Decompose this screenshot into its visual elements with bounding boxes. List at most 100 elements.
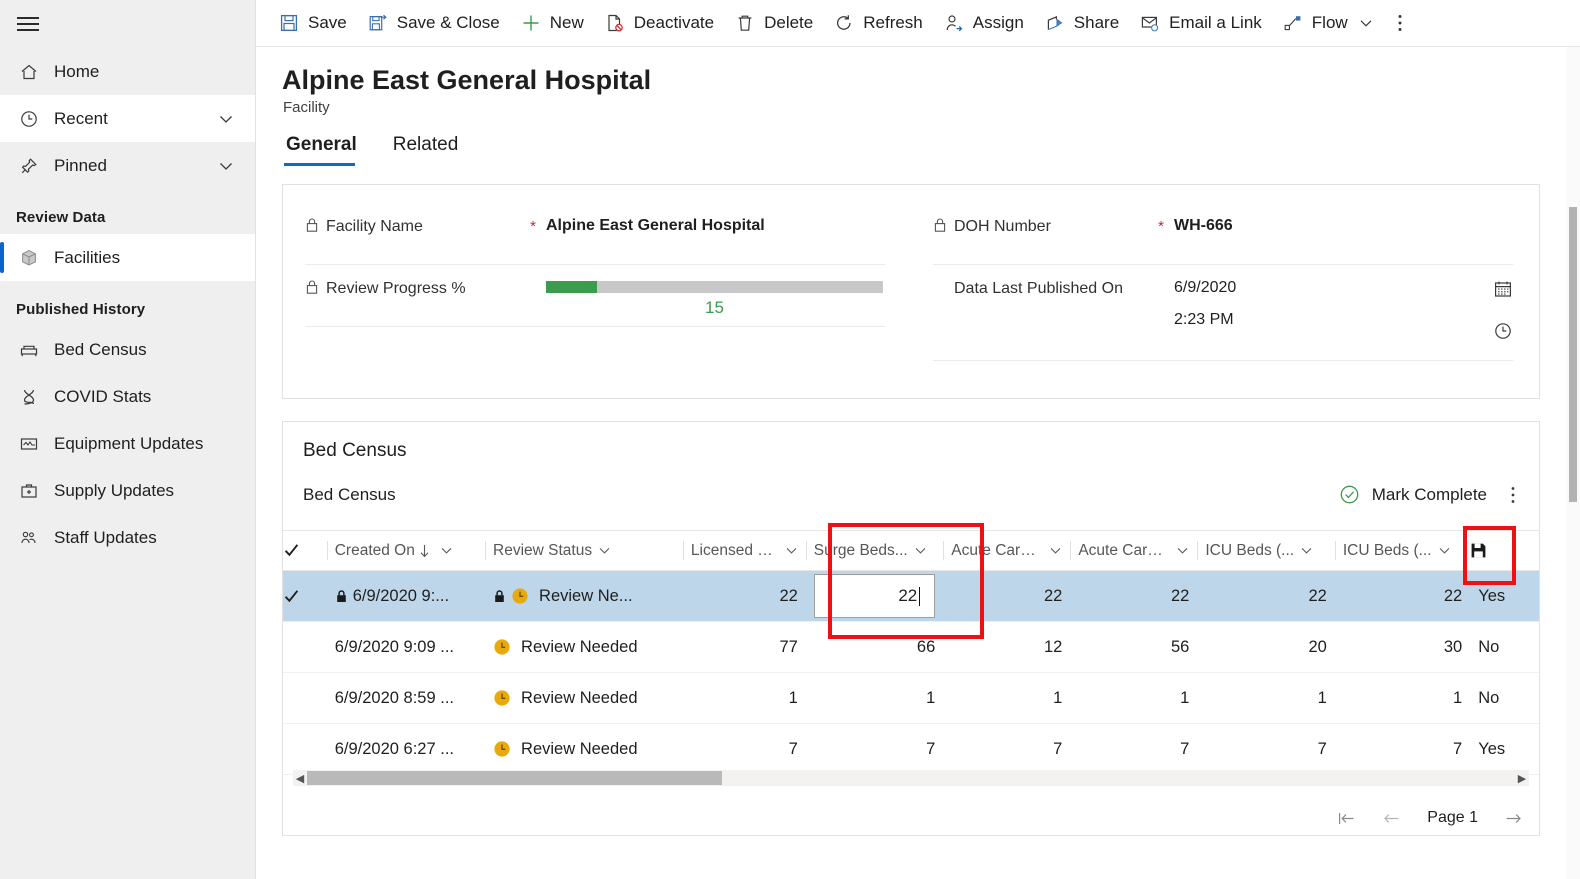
new-button[interactable]: New (510, 0, 594, 47)
column-header-surge-beds[interactable]: Surge Beds... (805, 530, 944, 572)
table-row[interactable]: 6/9/2020 9:09 ... Review Needed 77 66 12 56 20… (283, 621, 1539, 674)
column-header-acute-care-1[interactable]: Acute Care ... (943, 530, 1071, 572)
hscroll-track[interactable] (307, 771, 1515, 786)
cell-last-column[interactable]: Yes (1470, 723, 1539, 776)
chevron-down-icon[interactable] (1438, 544, 1451, 557)
command-bar-overflow-button[interactable] (1384, 0, 1416, 47)
save-and-close-button[interactable]: Save & Close (357, 0, 510, 47)
published-date-value[interactable]: 6/9/2020 (1174, 279, 1493, 297)
chevron-down-icon[interactable] (1300, 544, 1313, 557)
chevron-down-icon[interactable] (914, 544, 927, 557)
save-row-header[interactable] (1470, 530, 1539, 572)
page-next-icon[interactable] (1504, 811, 1523, 826)
cell-acute-care-1[interactable]: 12 (943, 621, 1071, 674)
chevron-left-icon[interactable]: ◀ (293, 772, 307, 785)
vscroll-thumb[interactable] (1569, 207, 1577, 502)
chevron-down-icon[interactable] (1176, 544, 1189, 557)
cell-icu-beds-2[interactable]: 22 (1334, 570, 1471, 623)
chevron-down-icon[interactable] (785, 544, 798, 557)
hamburger-menu-button[interactable] (0, 0, 56, 48)
cell-created-on[interactable]: 6/9/2020 6:27 ... (326, 723, 486, 776)
cell-icu-beds-2[interactable]: 30 (1334, 621, 1471, 674)
column-header-icu-beds-1[interactable]: ICU Beds (... (1197, 530, 1335, 572)
cell-icu-beds-1[interactable]: 22 (1197, 570, 1335, 623)
cell-acute-care-1[interactable]: 7 (943, 723, 1071, 776)
published-time-value[interactable]: 2:23 PM (1174, 311, 1493, 329)
cell-acute-care-1[interactable]: 22 (943, 570, 1071, 623)
page-first-icon[interactable] (1337, 811, 1356, 826)
save-button[interactable]: Save (268, 0, 357, 47)
sidebar-item-recent[interactable]: Recent (0, 95, 255, 142)
sidebar-item-facilities[interactable]: Facilities (0, 234, 255, 281)
refresh-button[interactable]: Refresh (823, 0, 933, 47)
cell-acute-care-2[interactable]: 56 (1070, 621, 1198, 674)
cell-created-on[interactable]: 6/9/2020 9:09 ... (326, 621, 486, 674)
cell-created-on[interactable]: 6/9/2020 9:... (326, 570, 486, 623)
cell-surge-beds[interactable]: 66 (805, 621, 944, 674)
column-header-review-status[interactable]: Review Status (485, 530, 683, 572)
cell-acute-care-1[interactable]: 1 (943, 672, 1071, 725)
cell-acute-care-2[interactable]: 1 (1070, 672, 1198, 725)
cell-created-on[interactable]: 6/9/2020 8:59 ... (326, 672, 486, 725)
cell-surge-beds[interactable]: 7 (805, 723, 944, 776)
cell-licensed-beds[interactable]: 77 (682, 621, 806, 674)
page-prev-icon[interactable] (1382, 811, 1401, 826)
sidebar-item-covid-stats[interactable]: COVID Stats (0, 373, 255, 420)
column-header-created-on[interactable]: Created On (326, 530, 486, 572)
sidebar-item-pinned[interactable]: Pinned (0, 142, 255, 189)
cell-licensed-beds[interactable]: 1 (682, 672, 806, 725)
cell-last-column[interactable]: Yes (1470, 570, 1539, 623)
sidebar-item-bed-census[interactable]: Bed Census (0, 326, 255, 373)
row-select-cell[interactable] (283, 723, 327, 776)
chevron-right-icon[interactable]: ▶ (1515, 772, 1529, 785)
chevron-down-icon[interactable] (217, 110, 235, 128)
sidebar-item-equipment-updates[interactable]: Equipment Updates (0, 420, 255, 467)
cell-icu-beds-2[interactable]: 1 (1334, 672, 1471, 725)
table-row[interactable]: 6/9/2020 6:27 ... Review Needed 7 7 7 7 7 7 Yes (283, 723, 1539, 776)
cell-icu-beds-1[interactable]: 7 (1197, 723, 1335, 776)
cell-review-status[interactable]: Review Needed (485, 621, 683, 674)
mark-complete-button[interactable]: Mark Complete (1339, 484, 1487, 505)
row-select-cell[interactable] (283, 672, 327, 725)
clock-icon[interactable] (1493, 321, 1513, 341)
page-vertical-scrollbar[interactable] (1566, 47, 1580, 879)
flow-button[interactable]: Flow (1272, 0, 1384, 47)
cell-licensed-beds[interactable]: 22 (682, 570, 806, 623)
cell-review-status[interactable]: Review Needed (485, 672, 683, 725)
table-row[interactable]: 6/9/2020 9:... Review Ne... 22 22 22 22 22 22 Ye… (283, 570, 1539, 623)
hscroll-thumb[interactable] (307, 771, 722, 786)
chevron-down-icon[interactable] (217, 157, 235, 175)
cell-icu-beds-1[interactable]: 20 (1197, 621, 1335, 674)
column-header-licensed-beds[interactable]: Licensed B... (682, 530, 806, 572)
horizontal-scrollbar[interactable]: ◀ ▶ (293, 770, 1529, 787)
cell-review-status[interactable]: Review Ne... (485, 570, 683, 623)
row-select-cell[interactable] (283, 621, 327, 674)
sidebar-item-staff-updates[interactable]: Staff Updates (0, 514, 255, 561)
cell-last-column[interactable]: No (1470, 672, 1539, 725)
surge-beds-edit-input[interactable]: 22 (813, 574, 936, 619)
cell-surge-beds[interactable]: 22 (805, 570, 944, 623)
sidebar-item-supply-updates[interactable]: Supply Updates (0, 467, 255, 514)
table-row[interactable]: 6/9/2020 8:59 ... Review Needed 1 1 1 1 1 1 No (283, 672, 1539, 725)
chevron-down-icon[interactable] (1358, 15, 1374, 31)
cell-icu-beds-2[interactable]: 7 (1334, 723, 1471, 776)
share-button[interactable]: Share (1034, 0, 1129, 47)
select-all-header[interactable] (283, 530, 327, 572)
chevron-down-icon[interactable] (1049, 544, 1062, 557)
chevron-down-icon[interactable] (598, 544, 611, 557)
column-header-icu-beds-2[interactable]: ICU Beds (... (1334, 530, 1471, 572)
tab-general[interactable]: General (282, 130, 367, 167)
delete-button[interactable]: Delete (724, 0, 823, 47)
cell-surge-beds[interactable]: 1 (805, 672, 944, 725)
cell-review-status[interactable]: Review Needed (485, 723, 683, 776)
cell-licensed-beds[interactable]: 7 (682, 723, 806, 776)
tab-related[interactable]: Related (389, 130, 469, 166)
sidebar-item-home[interactable]: Home (0, 48, 255, 95)
row-select-cell[interactable] (283, 570, 327, 623)
cell-last-column[interactable]: No (1470, 621, 1539, 674)
calendar-icon[interactable] (1493, 279, 1513, 299)
cell-icu-beds-1[interactable]: 1 (1197, 672, 1335, 725)
column-header-acute-care-2[interactable]: Acute Care ... (1070, 530, 1198, 572)
cell-acute-care-2[interactable]: 22 (1070, 570, 1198, 623)
subgrid-overflow-button[interactable] (1505, 486, 1521, 504)
